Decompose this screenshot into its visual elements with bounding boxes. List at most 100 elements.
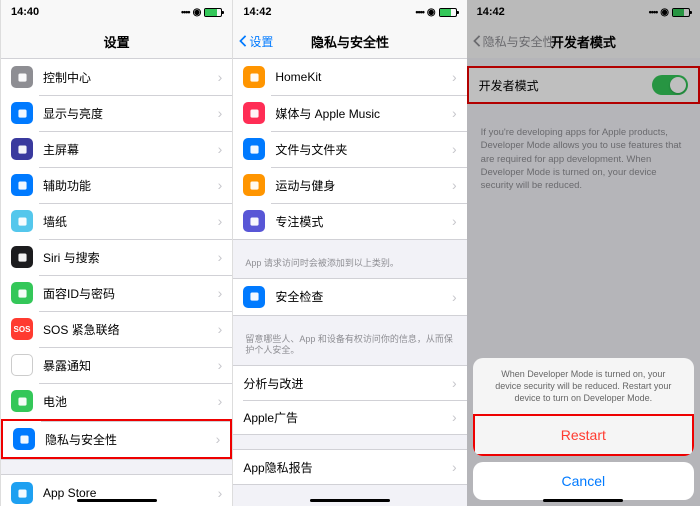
row-icon (11, 482, 33, 504)
chevron-right-icon: › (218, 393, 223, 409)
chevron-right-icon: › (218, 285, 223, 301)
row-icon (243, 66, 265, 88)
settings-row[interactable]: SOSSOS 紧急联络› (1, 311, 232, 347)
chevron-right-icon: › (218, 485, 223, 501)
action-sheet-overlay[interactable]: When Developer Mode is turned on, your d… (467, 0, 700, 506)
signal-icon: •••• (181, 7, 190, 17)
row-icon (11, 102, 33, 124)
chevron-right-icon: › (218, 249, 223, 265)
settings-row[interactable]: HomeKit› (233, 59, 466, 95)
row-label: SOS 紧急联络 (43, 321, 218, 338)
chevron-right-icon: › (216, 431, 221, 447)
page-title: 设置 (104, 32, 130, 51)
nav-header: 设置 隐私与安全性 (233, 24, 466, 58)
settings-row[interactable]: 面容ID与密码› (1, 275, 232, 311)
home-indicator[interactable] (543, 499, 623, 502)
settings-row[interactable]: Apple广告› (233, 400, 466, 434)
cancel-button[interactable]: Cancel (473, 462, 694, 500)
settings-row[interactable]: 显示与亮度› (1, 95, 232, 131)
chevron-right-icon: › (452, 213, 457, 229)
row-label: App隐私报告 (243, 459, 452, 476)
row-icon (243, 138, 265, 160)
chevron-right-icon: › (218, 177, 223, 193)
chevron-right-icon: › (452, 105, 457, 121)
signal-icon: •••• (415, 7, 424, 17)
settings-row[interactable]: 辅助功能› (1, 167, 232, 203)
chevron-right-icon: › (218, 105, 223, 121)
row-label: 专注模式 (275, 213, 452, 230)
row-label: HomeKit (275, 70, 452, 84)
row-label: App Store (43, 486, 218, 500)
chevron-right-icon: › (218, 69, 223, 85)
settings-row[interactable]: 隐私与安全性› (1, 419, 232, 459)
time: 14:40 (11, 6, 39, 18)
screen-settings: 14:40 •••• ◉ 设置 控制中心›显示与亮度›主屏幕›辅助功能›墙纸›S… (0, 0, 233, 506)
status-bar: 14:40 •••• ◉ (1, 0, 232, 24)
chevron-right-icon: › (452, 289, 457, 305)
status-bar: 14:42 •••• ◉ (233, 0, 466, 24)
row-icon (11, 282, 33, 304)
restart-button[interactable]: Restart (473, 414, 694, 456)
row-icon (243, 286, 265, 308)
time: 14:42 (243, 6, 271, 18)
row-label: Siri 与搜索 (43, 249, 218, 266)
settings-row[interactable]: 主屏幕› (1, 131, 232, 167)
chevron-right-icon: › (452, 177, 457, 193)
row-label: 控制中心 (43, 69, 218, 86)
back-button[interactable]: 设置 (239, 33, 273, 50)
chevron-right-icon: › (452, 459, 457, 475)
row-icon (11, 354, 33, 376)
battery-icon (204, 8, 222, 17)
wifi-icon: ◉ (193, 7, 202, 18)
row-icon (13, 428, 35, 450)
row-icon (11, 246, 33, 268)
settings-row[interactable]: Siri 与搜索› (1, 239, 232, 275)
settings-row[interactable]: 安全检查› (233, 279, 466, 315)
row-label: 主屏幕 (43, 141, 218, 158)
screen-privacy: 14:42 •••• ◉ 设置 隐私与安全性 HomeKit›媒体与 Apple… (233, 0, 466, 506)
row-icon (243, 174, 265, 196)
battery-icon (439, 8, 457, 17)
home-indicator[interactable] (310, 499, 390, 502)
wifi-icon: ◉ (427, 7, 436, 18)
settings-row[interactable]: 控制中心› (1, 59, 232, 95)
row-label: 显示与亮度 (43, 105, 218, 122)
row-icon: SOS (11, 318, 33, 340)
row-icon (11, 66, 33, 88)
row-icon (243, 102, 265, 124)
row-label: 面容ID与密码 (43, 285, 218, 302)
page-title: 隐私与安全性 (311, 32, 389, 51)
chevron-right-icon: › (452, 141, 457, 157)
settings-row[interactable]: 墙纸› (1, 203, 232, 239)
screen-developer-mode: 14:42 •••• ◉ 隐私与安全性 开发者模式 开发者模式 If you'r… (467, 0, 700, 506)
caption: App 请求访问时会被添加到以上类别。 (233, 254, 466, 278)
settings-row[interactable]: 文件与文件夹› (233, 131, 466, 167)
settings-row[interactable]: 媒体与 Apple Music› (233, 95, 466, 131)
row-icon (11, 138, 33, 160)
settings-row[interactable]: 运动与健身› (233, 167, 466, 203)
row-icon (11, 174, 33, 196)
chevron-right-icon: › (218, 141, 223, 157)
row-icon (243, 210, 265, 232)
chevron-right-icon: › (452, 375, 457, 391)
row-label: 隐私与安全性 (45, 431, 216, 448)
chevron-right-icon: › (452, 69, 457, 85)
sheet-message: When Developer Mode is turned on, your d… (473, 358, 694, 414)
row-icon (11, 390, 33, 412)
row-label: Apple广告 (243, 409, 452, 426)
settings-row[interactable]: 暴露通知› (1, 347, 232, 383)
settings-row[interactable]: 专注模式› (233, 203, 466, 239)
settings-row[interactable]: 分析与改进› (233, 366, 466, 400)
row-label: 运动与健身 (275, 177, 452, 194)
settings-row[interactable]: 电池› (1, 383, 232, 419)
chevron-right-icon: › (218, 357, 223, 373)
chevron-right-icon: › (218, 213, 223, 229)
row-label: 分析与改进 (243, 375, 452, 392)
row-label: 电池 (43, 393, 218, 410)
settings-row[interactable]: App隐私报告› (233, 450, 466, 484)
row-label: 辅助功能 (43, 177, 218, 194)
chevron-right-icon: › (452, 409, 457, 425)
row-label: 墙纸 (43, 213, 218, 230)
home-indicator[interactable] (77, 499, 157, 502)
caption: 留意哪些人、App 和设备有权访问你的信息，从而保护个人安全。 (233, 330, 466, 365)
